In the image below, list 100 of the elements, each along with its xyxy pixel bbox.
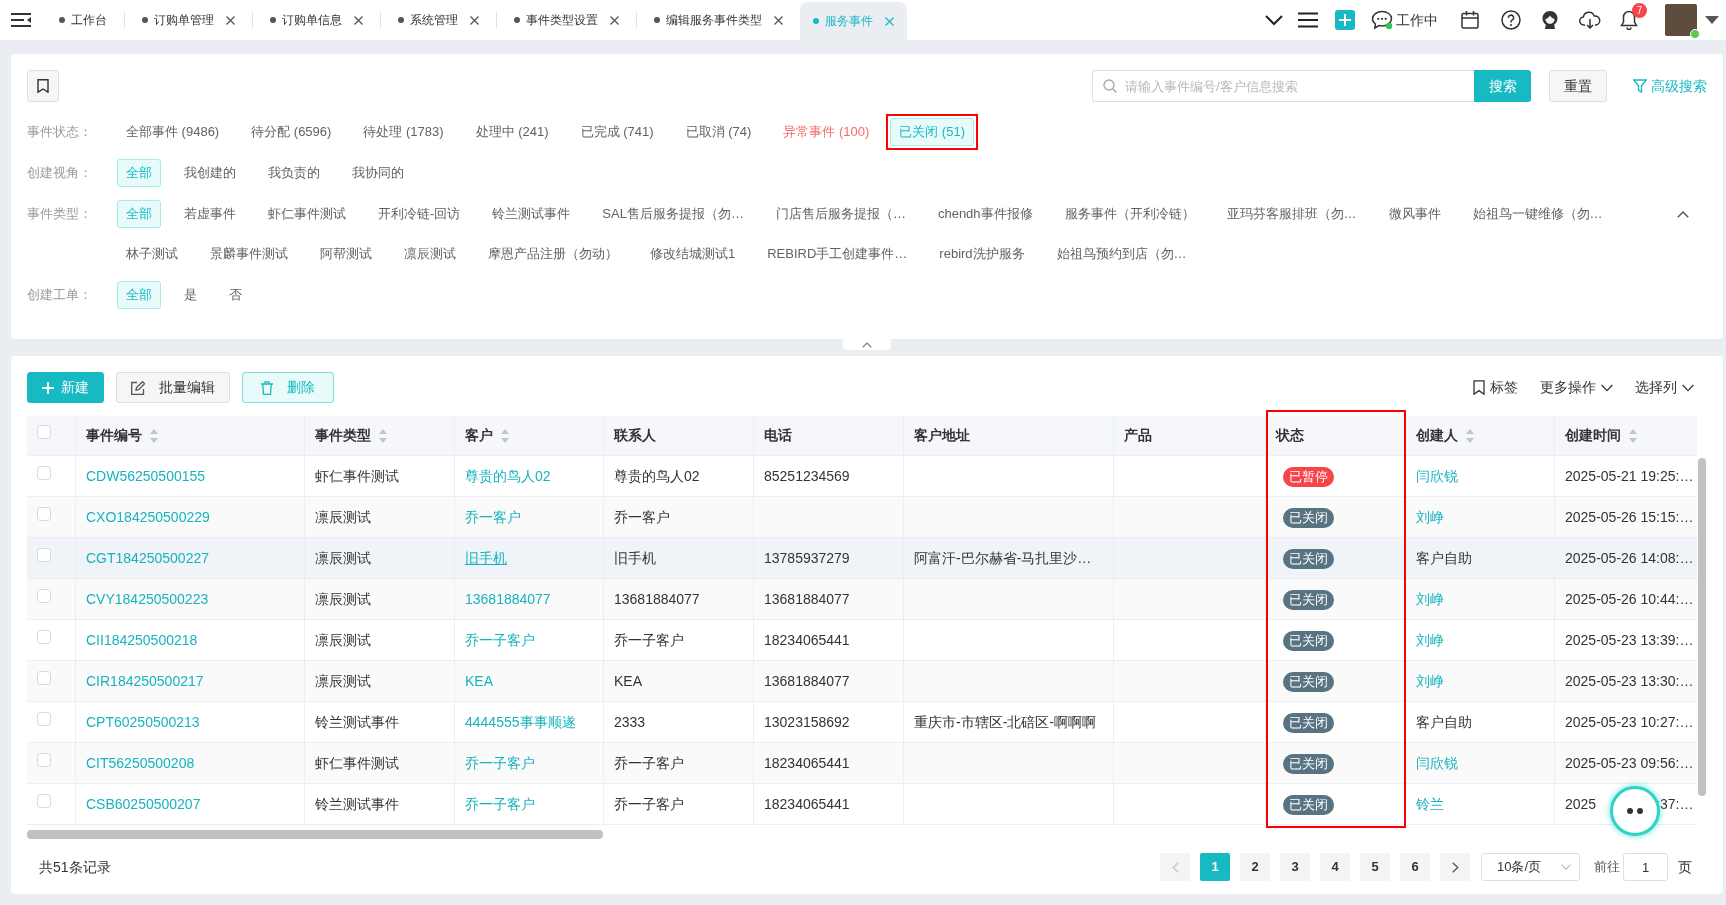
close-icon[interactable] xyxy=(226,15,235,25)
close-icon[interactable] xyxy=(354,15,363,25)
chevron-down-icon[interactable] xyxy=(1265,14,1283,26)
filter-option[interactable]: 待分配 (6596) xyxy=(242,118,341,146)
table-row[interactable]: CXO184250500229 凛辰测试 乔一客户 乔一客户 已关闭 刘峥 2025-05-26 15:15:… xyxy=(27,497,1697,538)
sort-icon[interactable] xyxy=(150,428,158,443)
row-checkbox[interactable] xyxy=(37,629,51,644)
contact-name: 2333 xyxy=(614,713,646,730)
work-status-button[interactable]: 工作中 xyxy=(1371,9,1438,31)
event-type-text: 凛辰测试 xyxy=(315,508,371,525)
filter-option[interactable]: 是 xyxy=(175,281,206,309)
filter-option[interactable]: 始祖鸟一键维修（勿… xyxy=(1463,200,1612,228)
row-checkbox[interactable] xyxy=(37,465,51,480)
page-number-input[interactable]: 1 xyxy=(1623,853,1668,881)
filter-option[interactable]: REBIRD手工创建事件… xyxy=(758,240,917,268)
filter-option[interactable]: SAL售后服务提报（勿… xyxy=(593,200,753,228)
sort-icon[interactable] xyxy=(1629,428,1637,443)
page-button[interactable]: 5 xyxy=(1360,853,1390,881)
reset-button[interactable]: 重置 xyxy=(1549,70,1607,102)
row-checkbox[interactable] xyxy=(37,752,51,767)
toolbar-button[interactable]: 批量编辑 xyxy=(116,372,230,403)
page-button[interactable]: 4 xyxy=(1320,853,1350,881)
table-row[interactable]: CGT184250500227 凛辰测试 旧手机 旧手机 13785937279 阿富汗-巴尔赫省-马扎里沙… 已关闭 客户自助 2025-05-26 14:08:… xyxy=(27,538,1697,579)
filter-option[interactable]: 已取消 (74) xyxy=(676,118,761,146)
tab[interactable]: 系统管理 xyxy=(381,0,496,40)
filter-option[interactable]: 修改结城测试1 xyxy=(641,240,745,268)
row-checkbox[interactable] xyxy=(37,547,51,562)
close-icon[interactable] xyxy=(774,15,783,25)
tab[interactable]: 订购单管理 xyxy=(125,0,252,40)
caret-down-icon[interactable] xyxy=(1705,16,1719,24)
tab[interactable]: 订购单信息 xyxy=(253,0,380,40)
row-checkbox[interactable] xyxy=(37,711,51,726)
filter-option[interactable]: 已完成 (741) xyxy=(571,118,663,146)
vertical-scrollbar[interactable] xyxy=(1698,458,1706,796)
filter-option[interactable]: 我创建的 xyxy=(175,159,245,187)
menu-icon[interactable] xyxy=(11,12,31,28)
bookmark-button[interactable] xyxy=(27,70,59,102)
filter-option[interactable]: 处理中 (241) xyxy=(466,118,558,146)
filter-option[interactable]: 阿帮测试 xyxy=(311,240,381,268)
calendar-icon[interactable] xyxy=(1461,11,1479,29)
chevron-down-icon xyxy=(1682,383,1694,392)
menu-icon[interactable] xyxy=(1298,12,1318,28)
table-row[interactable]: CIT56250500208 虾仁事件测试 乔一子客户 乔一子客户 18234065441 已关闭 闫欣锐 2025-05-23 09:56:… xyxy=(27,743,1697,784)
tab[interactable]: 工作台 xyxy=(42,0,124,40)
next-page-button[interactable] xyxy=(1440,853,1470,881)
filter-option[interactable]: 我负责的 xyxy=(259,159,329,187)
filter-option[interactable]: 始祖鸟预约到店（勿… xyxy=(1047,240,1196,268)
collapse-handle[interactable] xyxy=(843,339,891,350)
filter-option[interactable]: 全部事件 (9486) xyxy=(117,118,229,146)
filter-option[interactable]: 否 xyxy=(220,281,251,309)
contact-name: 乔一客户 xyxy=(614,508,670,525)
toolbar-link[interactable]: 选择列 xyxy=(1635,377,1694,398)
page-button[interactable]: 3 xyxy=(1280,853,1310,881)
filter-option[interactable]: rebird洗护服务 xyxy=(930,240,1034,268)
filter-option[interactable]: 虾仁事件测试 xyxy=(259,200,355,228)
sort-icon[interactable] xyxy=(1466,428,1474,443)
close-icon[interactable] xyxy=(610,15,619,25)
sort-icon[interactable] xyxy=(379,428,387,443)
filter-option[interactable]: 亚玛芬客服排班（勿… xyxy=(1217,200,1366,228)
person-head-icon[interactable] xyxy=(1541,11,1559,29)
status-tag: 已关闭 xyxy=(1283,712,1334,733)
page-size-select[interactable]: 10条/页 xyxy=(1481,853,1580,881)
filter-option[interactable]: 门店售后服务提报（… xyxy=(766,200,915,228)
toolbar-link[interactable]: 标签 xyxy=(1473,377,1518,398)
chevron-up-icon[interactable] xyxy=(1677,210,1689,218)
bell-icon[interactable] xyxy=(1620,10,1638,30)
search-field[interactable]: 请输入事件编号/客户信息搜索 xyxy=(1092,70,1474,102)
row-checkbox[interactable] xyxy=(37,588,51,603)
row-checkbox[interactable] xyxy=(37,670,51,685)
page-button[interactable]: 6 xyxy=(1400,853,1430,881)
horizontal-scrollbar[interactable] xyxy=(27,830,603,839)
table-row[interactable]: CVY184250500223 凛辰测试 13681884077 13681884077 13681884077 已关闭 刘峥 2025-05-26 10:44:… xyxy=(27,579,1697,620)
cloud-download-icon[interactable] xyxy=(1579,11,1601,29)
help-icon[interactable] xyxy=(1501,10,1521,30)
close-icon[interactable] xyxy=(470,15,479,25)
avatar-placeholder[interactable] xyxy=(1665,4,1697,36)
plus-square-icon[interactable] xyxy=(1335,10,1355,30)
filter-option[interactable]: 微风事件 xyxy=(1379,200,1450,228)
sort-icon[interactable] xyxy=(501,428,509,443)
table-row[interactable]: CIR184250500217 凛辰测试 KEA KEA 13681884077 已关闭 刘峥 2025-05-23 13:30:… xyxy=(27,661,1697,702)
filter-option[interactable]: 铃兰测试事件 xyxy=(483,200,580,228)
phone-number: 18234065441 xyxy=(764,631,850,648)
filter-option[interactable]: 我协同的 xyxy=(343,159,413,187)
filter-option[interactable]: 凛辰测试 xyxy=(395,240,465,268)
filter-option[interactable]: 开利冷链-回访 xyxy=(369,200,470,228)
filter-option[interactable]: 摩恩产品注册（勿动） xyxy=(479,240,627,268)
filter-option[interactable]: 若虚事件 xyxy=(175,200,245,228)
tab[interactable]: 事件类型设置 xyxy=(497,0,636,40)
filter-option[interactable]: 待处理 (1783) xyxy=(354,118,453,146)
select-all-checkbox[interactable] xyxy=(37,425,51,439)
filter-option[interactable]: chendh事件报修 xyxy=(928,200,1042,228)
row-checkbox[interactable] xyxy=(37,506,51,521)
filter-option[interactable]: 林子测试 xyxy=(117,240,187,268)
event-type-text: 铃兰测试事件 xyxy=(315,713,399,730)
tab[interactable]: 编辑服务事件类型 xyxy=(637,0,800,40)
filter-option[interactable]: 景麟事件测试 xyxy=(201,240,297,268)
filter-option[interactable]: 服务事件（开利冷链） xyxy=(1055,200,1204,228)
page-button[interactable]: 2 xyxy=(1240,853,1270,881)
row-checkbox[interactable] xyxy=(37,793,51,808)
toolbar-link[interactable]: 更多操作 xyxy=(1540,377,1613,398)
